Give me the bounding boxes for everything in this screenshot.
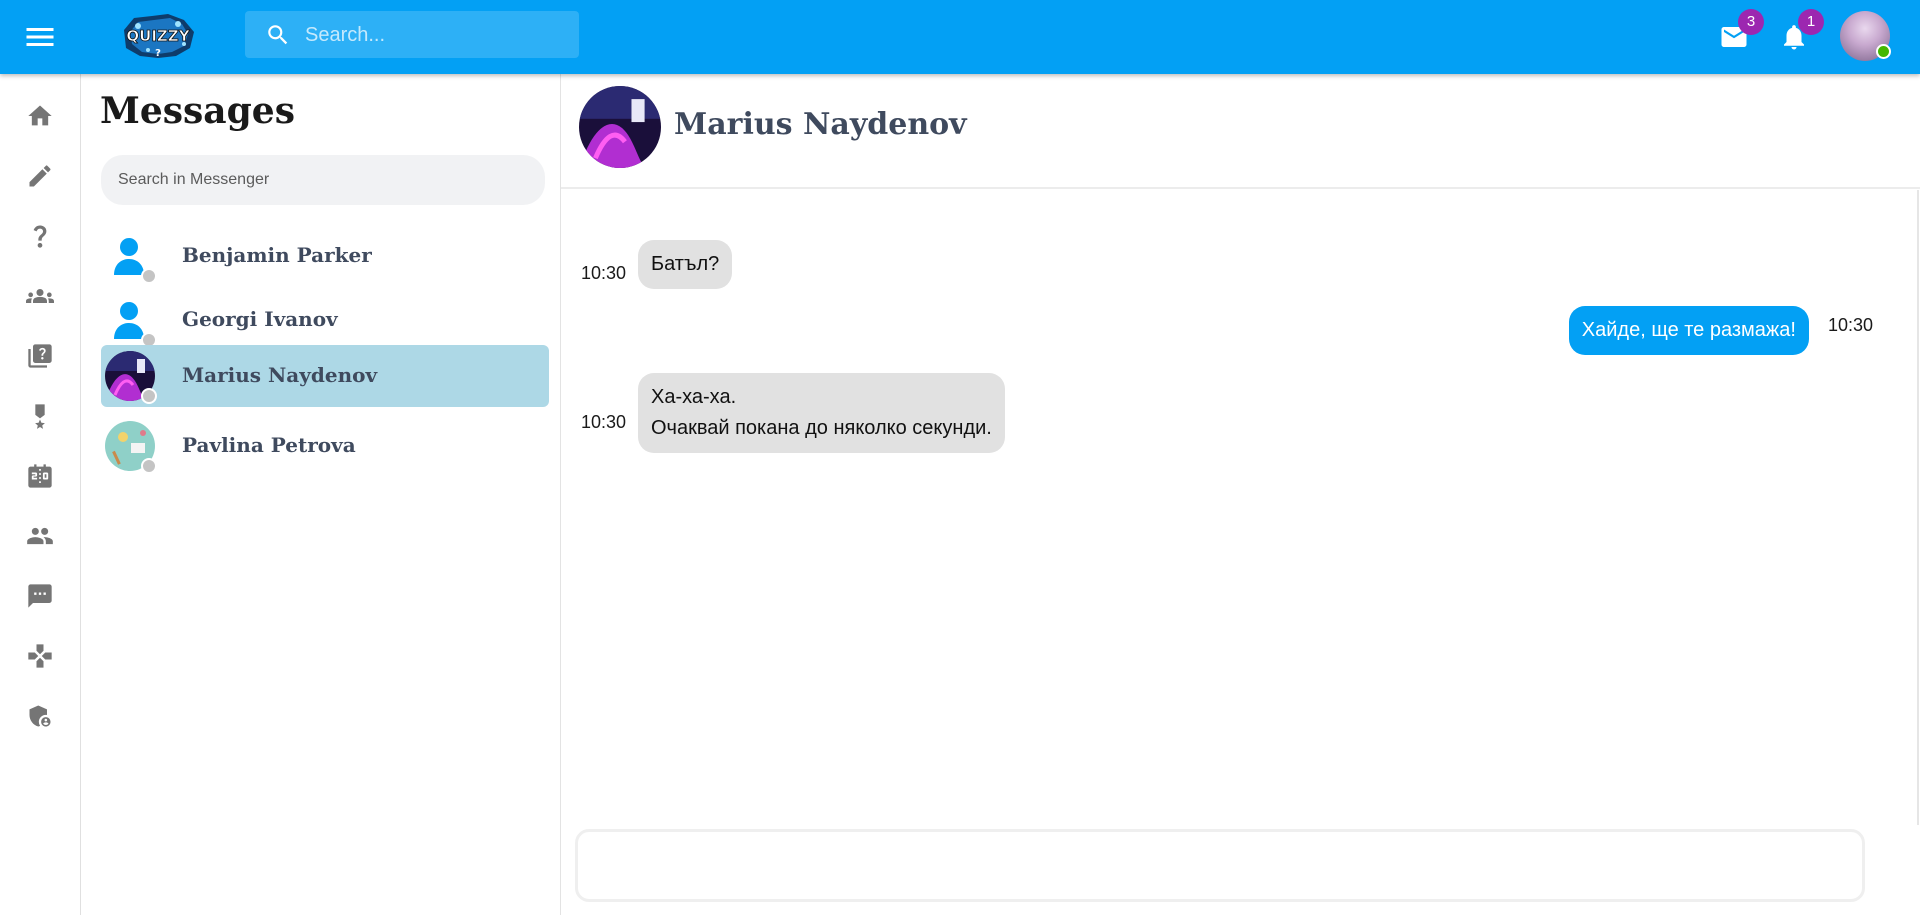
message-input[interactable] xyxy=(575,829,1865,902)
quiz-library-icon xyxy=(28,344,52,368)
chat-header: Marius Naydenov xyxy=(561,74,1920,189)
nav-messages[interactable] xyxy=(22,578,58,614)
question-icon xyxy=(33,225,47,248)
offline-status-dot xyxy=(141,268,157,284)
user-avatar[interactable] xyxy=(1840,11,1891,61)
messenger-search-input[interactable] xyxy=(101,155,545,205)
contact-georgi-ivanov[interactable]: Georgi Ivanov xyxy=(101,289,549,351)
global-search-input[interactable] xyxy=(303,11,567,60)
nav-admin[interactable] xyxy=(22,698,58,734)
message-time: 10:30 xyxy=(581,412,627,432)
contact-marius-naydenov[interactable]: Marius Naydenov xyxy=(101,345,549,407)
search-icon xyxy=(268,25,288,45)
award-icon xyxy=(35,404,45,429)
admin-shield-icon xyxy=(29,705,51,727)
message-text: Батъл? xyxy=(651,253,720,275)
chat-scrollbar[interactable] xyxy=(1917,190,1919,825)
message-text: Хайде, ще те размажа! xyxy=(1581,319,1796,341)
contact-name: Pavlina Petrova xyxy=(182,433,356,457)
svg-text:?: ? xyxy=(155,48,161,59)
notifications-button[interactable]: 1 xyxy=(1776,9,1824,55)
logo-text: QUIZZY xyxy=(126,27,190,45)
menu-icon[interactable] xyxy=(22,19,58,55)
chat-contact-avatar[interactable] xyxy=(579,86,661,168)
mail-badge: 3 xyxy=(1738,9,1764,35)
contact-pavlina-petrova[interactable]: Pavlina Petrova xyxy=(101,415,549,477)
people-icon xyxy=(27,527,53,545)
side-navigation xyxy=(0,74,81,915)
nav-home[interactable] xyxy=(22,98,58,134)
pencil-icon xyxy=(29,165,51,187)
nav-quiz-library[interactable] xyxy=(22,338,58,374)
notifications-badge: 1 xyxy=(1798,9,1824,35)
groups-icon xyxy=(26,289,54,303)
message-text: Очаквай покана до няколко секунди. xyxy=(651,417,992,439)
home-icon xyxy=(28,105,52,126)
contact-name: Marius Naydenov xyxy=(182,363,378,387)
contact-benjamin-parker[interactable]: Benjamin Parker xyxy=(101,225,549,287)
chat-contact-name: Marius Naydenov xyxy=(674,107,967,142)
contact-name: Georgi Ivanov xyxy=(182,307,338,331)
nav-create[interactable] xyxy=(22,158,58,194)
global-search xyxy=(245,11,579,60)
quizzy-logo[interactable]: QUIZZY ? xyxy=(118,10,198,62)
messages-title: Messages xyxy=(100,90,295,132)
conversations-panel: Messages Benjamin Parker Georgi Ivanov M… xyxy=(81,74,561,915)
nav-groups[interactable] xyxy=(22,278,58,314)
gamepad-icon xyxy=(28,644,52,668)
message-bubble-incoming: Ха-ха-ха. Очаквай покана до няколко секу… xyxy=(638,373,1005,453)
top-app-bar: QUIZZY ? 3 1 xyxy=(0,0,1920,74)
nav-games[interactable] xyxy=(22,638,58,674)
message-bubble-incoming: Батъл? xyxy=(638,240,733,289)
offline-status-dot xyxy=(141,388,157,404)
online-status-dot xyxy=(1876,44,1891,59)
message-bubble-outgoing: Хайде, ще те размажа! xyxy=(1568,306,1809,355)
mail-button[interactable]: 3 xyxy=(1716,9,1764,55)
message-text: Ха-ха-ха. xyxy=(651,386,737,408)
scoreboard-icon xyxy=(28,464,52,488)
offline-status-dot xyxy=(141,458,157,474)
message-time: 10:30 xyxy=(581,263,627,283)
contact-name: Benjamin Parker xyxy=(182,243,372,267)
chat-icon xyxy=(28,584,52,608)
message-time: 10:30 xyxy=(1828,315,1874,335)
nav-scoreboard[interactable] xyxy=(22,458,58,494)
nav-awards[interactable] xyxy=(22,398,58,434)
nav-friends[interactable] xyxy=(22,518,58,554)
nav-questions[interactable] xyxy=(22,218,58,254)
